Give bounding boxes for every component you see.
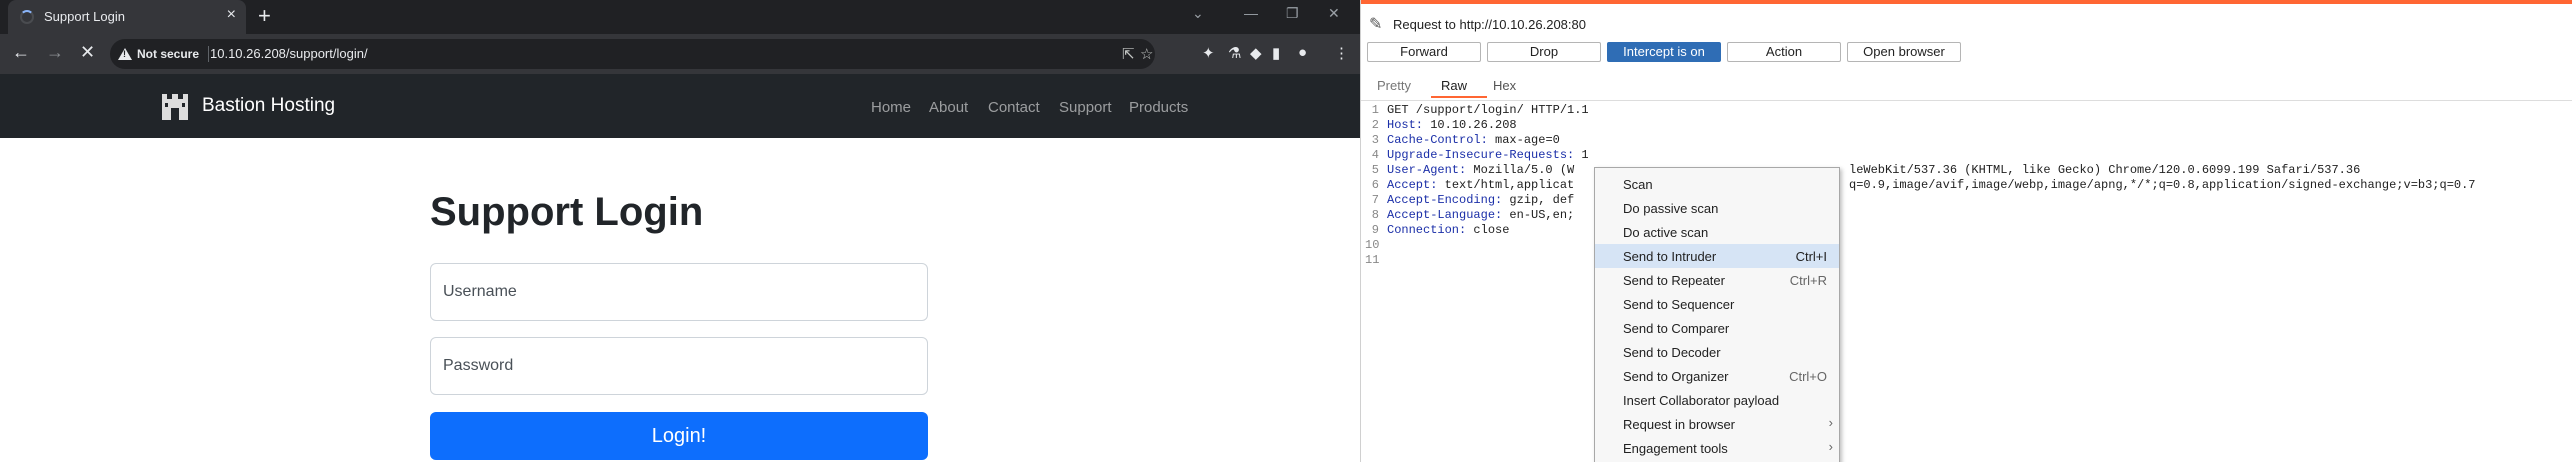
flask-extension-icon[interactable]: ⚗: [1228, 44, 1241, 62]
menu-item-active-scan[interactable]: Do active scan: [1595, 220, 1839, 244]
request-line: 1 GET /support/login/ HTTP/1.1: [1371, 103, 1589, 117]
menu-item-request-in-browser[interactable]: Request in browser ›: [1595, 412, 1839, 436]
warning-icon: [118, 48, 132, 60]
tab-title: Support Login: [44, 9, 125, 24]
site-navbar: Bastion Hosting Home About Contact Suppo…: [0, 74, 1360, 138]
request-line: 9 Connection: close: [1371, 223, 1510, 237]
tab-strip: Support Login × + ⌄ — ❐ ✕: [0, 0, 1360, 34]
nav-link-support[interactable]: Support: [1059, 99, 1112, 116]
request-line: 7 Accept-Encoding: gzip, def: [1371, 193, 1575, 207]
request-line: 2 Host: 10.10.26.208: [1371, 118, 1517, 132]
request-target-label: Request to http://10.10.26.208:80: [1393, 17, 1586, 32]
action-button[interactable]: Action: [1727, 42, 1841, 62]
request-line: 8 Accept-Language: en-US,en;: [1371, 208, 1575, 222]
nav-link-home[interactable]: Home: [871, 99, 911, 116]
password-placeholder: Password: [443, 357, 514, 374]
username-field[interactable]: Username: [430, 263, 928, 321]
browser-tab[interactable]: Support Login ×: [8, 0, 246, 34]
menu-item-send-to-repeater[interactable]: Send to Repeater Ctrl+R: [1595, 268, 1839, 292]
tab-close-button[interactable]: ×: [227, 6, 236, 24]
request-line: 4 Upgrade-Insecure-Requests: 1: [1371, 148, 1589, 162]
username-placeholder: Username: [443, 283, 517, 300]
request-line: 10: [1365, 238, 1380, 252]
request-line-overflow: leWebKit/537.36 (KHTML, like Gecko) Chro…: [1849, 163, 2361, 177]
password-field[interactable]: Password: [430, 337, 928, 395]
menu-item-insert-collaborator[interactable]: Insert Collaborator payload: [1595, 388, 1839, 412]
open-browser-button[interactable]: Open browser: [1847, 42, 1961, 62]
tab-raw[interactable]: Raw: [1441, 78, 1467, 93]
loading-spinner-icon: [20, 10, 34, 24]
burp-proxy-panel: ✎ Request to http://10.10.26.208:80 Forw…: [1360, 0, 2572, 462]
extensions-icon[interactable]: ✦: [1202, 44, 1215, 62]
request-line: 6 Accept: text/html,applicat: [1371, 178, 1575, 192]
security-indicator[interactable]: Not secure: [118, 44, 199, 64]
address-bar[interactable]: Not secure 10.10.26.208/support/login/ ⇱…: [110, 39, 1155, 69]
drop-button[interactable]: Drop: [1487, 42, 1601, 62]
menu-item-scan[interactable]: Scan: [1595, 172, 1839, 196]
tab-search-icon[interactable]: ⌄: [1192, 5, 1204, 22]
restore-icon[interactable]: ❐: [1286, 5, 1299, 22]
submenu-arrow-icon: ›: [1828, 439, 1833, 454]
share-icon[interactable]: ⇱: [1122, 45, 1135, 63]
omnibox-separator: [208, 46, 209, 62]
forward-icon[interactable]: →: [46, 42, 64, 63]
tab-pretty[interactable]: Pretty: [1377, 78, 1411, 93]
context-menu: Scan Do passive scan Do active scan Send…: [1594, 167, 1840, 462]
submenu-arrow-icon: ›: [1828, 415, 1833, 430]
active-tab-indicator: [1431, 96, 1487, 98]
request-line-overflow: q=0.9,image/avif,image/webp,image/apng,*…: [1849, 178, 2476, 192]
castle-logo-icon: [162, 94, 188, 120]
browser-window: Support Login × + ⌄ — ❐ ✕ ← → ✕ Not secu…: [0, 0, 1360, 462]
menu-item-engagement-tools[interactable]: Engagement tools ›: [1595, 436, 1839, 460]
nav-link-contact[interactable]: Contact: [988, 99, 1040, 116]
not-secure-label: Not secure: [137, 47, 200, 61]
back-icon[interactable]: ←: [12, 42, 30, 63]
menu-item-send-to-intruder[interactable]: Send to Intruder Ctrl+I: [1595, 244, 1839, 268]
login-button[interactable]: Login!: [430, 412, 928, 460]
menu-item-send-to-sequencer[interactable]: Send to Sequencer: [1595, 292, 1839, 316]
request-line: 11: [1365, 253, 1380, 267]
menu-item-passive-scan[interactable]: Do passive scan: [1595, 196, 1839, 220]
burp-accent-bar: [1361, 0, 2572, 4]
browser-menu-icon[interactable]: ⋮: [1334, 44, 1349, 62]
forward-button[interactable]: Forward: [1367, 42, 1481, 62]
site-brand[interactable]: Bastion Hosting: [202, 95, 335, 117]
minimize-icon[interactable]: —: [1244, 5, 1258, 21]
menu-item-send-to-decoder[interactable]: Send to Decoder: [1595, 340, 1839, 364]
menu-item-send-to-comparer[interactable]: Send to Comparer: [1595, 316, 1839, 340]
page-title: Support Login: [430, 190, 704, 234]
url-text[interactable]: 10.10.26.208/support/login/: [210, 46, 368, 61]
request-line: 5 User-Agent: Mozilla/5.0 (W: [1371, 163, 1575, 177]
tab-hex[interactable]: Hex: [1493, 78, 1516, 93]
intercept-toggle-button[interactable]: Intercept is on: [1607, 42, 1721, 62]
request-line: 3 Cache-Control: max-age=0: [1371, 133, 1560, 147]
close-window-icon[interactable]: ✕: [1328, 5, 1340, 22]
new-tab-button[interactable]: +: [258, 3, 271, 29]
stop-loading-icon[interactable]: ✕: [80, 42, 95, 63]
nav-link-products[interactable]: Products: [1129, 99, 1188, 116]
nav-link-about[interactable]: About: [929, 99, 968, 116]
bookmark-star-icon[interactable]: ☆: [1140, 45, 1153, 63]
profile-icon[interactable]: ●: [1298, 44, 1307, 61]
side-panel-icon[interactable]: ▮: [1272, 44, 1280, 62]
extension-puzzle-icon[interactable]: ◆: [1250, 44, 1262, 62]
menu-item-send-to-organizer[interactable]: Send to Organizer Ctrl+O: [1595, 364, 1839, 388]
request-editor[interactable]: 1 GET /support/login/ HTTP/1.1 2 Host: 10.…: [1361, 100, 2572, 462]
edit-pencil-icon: ✎: [1369, 16, 1383, 33]
browser-toolbar: ← → ✕ Not secure 10.10.26.208/support/lo…: [0, 34, 1360, 74]
